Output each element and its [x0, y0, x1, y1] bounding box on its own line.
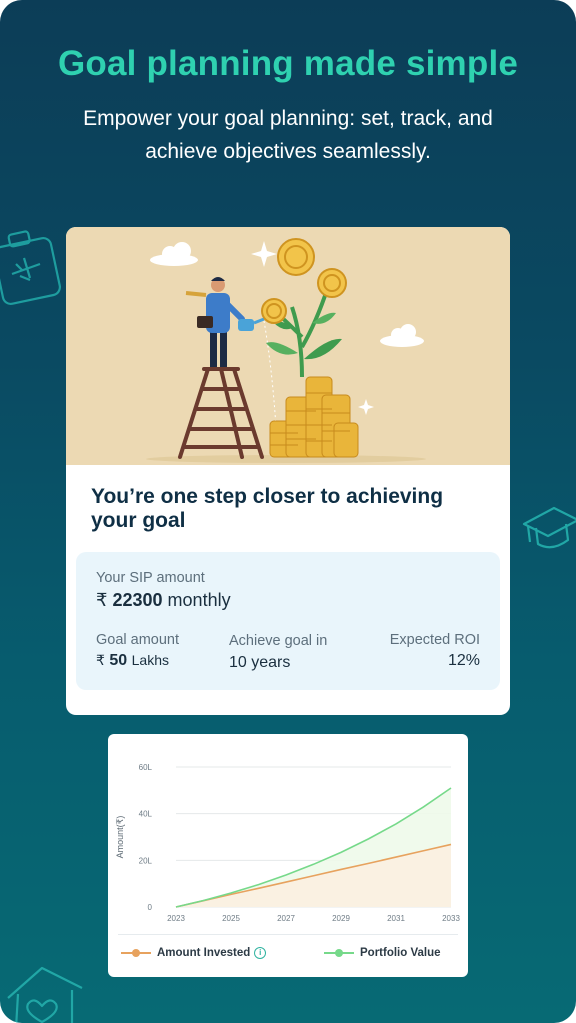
y-axis-label: Amount(₹) [115, 816, 125, 859]
y-tick-label: 0 [148, 903, 153, 912]
legend-portfolio-label: Portfolio Value [360, 947, 441, 959]
goal-illustration [66, 227, 510, 465]
sip-amount-label: Your SIP amount [96, 570, 205, 586]
y-tick-label: 40L [139, 810, 153, 819]
goal-amount-value: ₹ 50 Lakhs [96, 652, 169, 669]
page-subtitle: Empower your goal planning: set, track, … [83, 107, 493, 163]
growth-chart: 0 20L 40L 60L 2023 2025 2027 2029 2031 2033 Amount… [115, 763, 460, 923]
suitcase-icon [0, 230, 62, 306]
legend-portfolio-value[interactable]: Portfolio Value [324, 947, 441, 959]
y-tick-label: 20L [139, 856, 153, 865]
achieve-goal-value: 10 years [229, 654, 291, 671]
legend-divider [118, 934, 458, 935]
legend-invested-label: Amount Invested [157, 947, 251, 960]
page-title: Goal planning made simple [57, 44, 519, 83]
x-tick-label: 2033 [442, 914, 460, 923]
x-tick-label: 2025 [222, 914, 240, 923]
achieve-goal-label: Achieve goal in [229, 633, 328, 649]
sip-amount-value: ₹ 22300 monthly [96, 590, 231, 610]
x-tick-label: 2029 [332, 914, 350, 923]
card-title: You’re one step closer to achieving your… [91, 485, 444, 532]
x-tick-label: 2027 [277, 914, 295, 923]
sip-summary-box: Your SIP amount ₹ 22300 monthly Goal amo… [76, 552, 500, 690]
x-tick-label: 2031 [387, 914, 405, 923]
legend-invested-swatch [121, 949, 151, 957]
y-tick-label: 60L [139, 763, 153, 772]
house-heart-icon [7, 966, 83, 1023]
growth-chart-card: 0 20L 40L 60L 2023 2025 2027 2029 2031 2033 Amount… [108, 734, 468, 977]
x-tick-label: 2023 [167, 914, 185, 923]
expected-roi-label: Expected ROI [389, 632, 480, 648]
onboarding-screen: Goal planning made simple Empower your g… [0, 0, 576, 1023]
legend-portfolio-swatch [324, 948, 354, 957]
expected-roi-value: 12% [447, 652, 480, 669]
legend-amount-invested[interactable]: Amount Invested i [121, 947, 267, 960]
goal-amount-label: Goal amount [96, 632, 180, 648]
goal-summary-card: You’re one step closer to achieving your… [66, 227, 510, 715]
graduation-cap-icon [522, 506, 576, 549]
info-icon[interactable]: i [254, 947, 267, 959]
